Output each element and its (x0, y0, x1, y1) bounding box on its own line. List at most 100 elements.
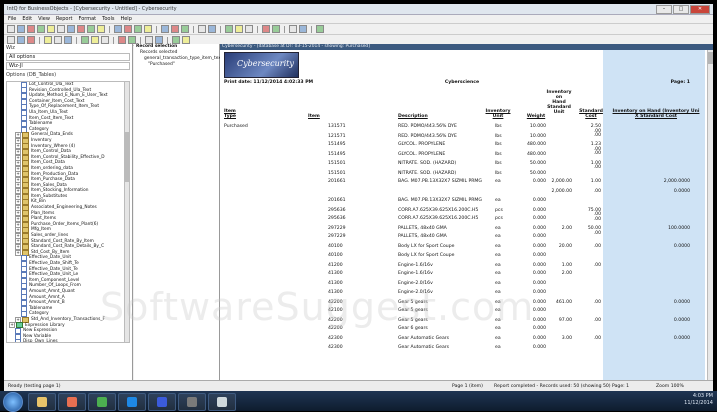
maximize-button[interactable]: □ (673, 4, 689, 14)
zoom-out-icon[interactable] (208, 25, 216, 33)
fill-color-icon[interactable] (91, 36, 99, 44)
delete-icon[interactable] (128, 36, 136, 44)
cell-unit: ea (495, 318, 501, 323)
italic-icon[interactable] (17, 36, 25, 44)
paste-icon[interactable] (77, 25, 85, 33)
cell-weight: 0.000 (532, 336, 546, 342)
run-icon[interactable] (262, 25, 270, 33)
start-button[interactable] (3, 392, 23, 412)
cell-weight: 0.000 (532, 207, 546, 213)
option-select[interactable]: All options (6, 53, 130, 61)
cell-unit: ea (495, 234, 501, 240)
menu-format[interactable]: Format (79, 16, 97, 22)
down-icon[interactable] (155, 36, 163, 44)
cell-description: RED. PDMO/443.56% DYE (398, 134, 457, 139)
taskbar-app-explorer[interactable] (28, 393, 56, 411)
tree-item[interactable]: Disp_Own_Lines (7, 339, 129, 342)
intq-icon (187, 397, 197, 407)
cell-unit: ea (495, 226, 501, 231)
report-scroll-thumb[interactable] (708, 52, 713, 64)
cell-weight: 0.000 (532, 299, 546, 305)
cell-std-cost: .00 (593, 299, 601, 305)
sort-icon[interactable] (114, 25, 122, 33)
menu-report[interactable]: Report (56, 16, 73, 22)
menu-tools[interactable]: Tools (102, 16, 114, 22)
save-icon[interactable] (27, 25, 35, 33)
cut-icon[interactable] (57, 25, 65, 33)
cell-std-cost: .00 (593, 318, 601, 323)
redo-icon[interactable] (97, 25, 105, 33)
align-center-icon[interactable] (54, 36, 62, 44)
status-page: Page 1 (item) (452, 384, 483, 389)
taskbar-app-outlook[interactable] (118, 393, 146, 411)
zoom-in-icon[interactable] (198, 25, 206, 33)
report-scrollbar[interactable] (707, 50, 713, 380)
system-tray[interactable]: 4:03 PM 11/12/2014 (684, 393, 713, 407)
undo-icon[interactable] (87, 25, 95, 33)
font-color-icon[interactable] (81, 36, 89, 44)
print-icon[interactable] (37, 25, 45, 33)
insert-icon[interactable] (118, 36, 126, 44)
text-icon[interactable] (181, 25, 189, 33)
new-icon[interactable] (7, 25, 15, 33)
menu-view[interactable]: View (38, 16, 50, 22)
logo-text: Cybersecurity (237, 59, 294, 68)
cell-item: 42300 (328, 336, 343, 342)
tree-scroll-thumb[interactable] (125, 132, 129, 182)
menu-help[interactable]: Help (120, 16, 131, 22)
cell-extended-cost: 0.0000 (673, 189, 690, 195)
chart-icon[interactable] (161, 25, 169, 33)
copy-icon[interactable] (67, 25, 75, 33)
taskbar-app-intq[interactable] (178, 393, 206, 411)
underline-icon[interactable] (27, 36, 35, 44)
taskbar-app-firefox[interactable] (58, 393, 86, 411)
cell-onhand-qty: 3.00 (561, 336, 572, 342)
export-icon[interactable] (225, 25, 233, 33)
align-right-icon[interactable] (64, 36, 72, 44)
bold-icon[interactable] (7, 36, 15, 44)
cell-unit: ea (495, 336, 501, 342)
group-icon[interactable] (134, 25, 142, 33)
cell-item: 151501 (328, 160, 346, 166)
up-icon[interactable] (145, 36, 153, 44)
taskbar-app-word[interactable] (148, 393, 176, 411)
border-icon[interactable] (101, 36, 109, 44)
help-icon[interactable] (245, 25, 253, 33)
table-icon[interactable] (171, 25, 179, 33)
menu-file[interactable]: File (8, 16, 16, 22)
field-search-input[interactable]: Wiz-Jl (6, 62, 130, 70)
tree-scrollbar[interactable] (124, 82, 129, 342)
title-bar: IntQ for BusinessObjects - [Cybersecurit… (4, 4, 713, 15)
taskbar-app-chrome[interactable] (88, 393, 116, 411)
cell-weight: 50.000 (529, 170, 546, 176)
field-icon (15, 339, 21, 342)
highlighted-column[interactable] (603, 50, 705, 380)
list-icon[interactable] (299, 25, 307, 33)
settings-icon[interactable] (316, 25, 324, 33)
email-icon[interactable] (235, 25, 243, 33)
cell-std-cost: .00 (593, 216, 601, 222)
cell-weight: 0.000 (532, 252, 546, 258)
cell-std-cost: .00 (593, 133, 601, 138)
open-icon[interactable] (17, 25, 25, 33)
preview-icon[interactable] (47, 25, 55, 33)
stop-icon[interactable] (272, 25, 280, 33)
find-icon[interactable] (182, 36, 190, 44)
cell-weight: 0.000 (532, 262, 546, 268)
align-left-icon[interactable] (44, 36, 52, 44)
cell-item: 201661 (328, 197, 346, 203)
close-button[interactable]: ✕ (690, 4, 710, 14)
taskbar-app-vm[interactable] (208, 393, 236, 411)
menu-edit[interactable]: Edit (22, 16, 32, 22)
minimize-button[interactable]: – (656, 4, 672, 14)
outlook-icon (127, 397, 137, 407)
record-selection-row[interactable]: "Purchased" (134, 62, 219, 68)
record-selection-row[interactable]: general_transaction_type_item_text (134, 56, 223, 62)
filter-icon[interactable] (124, 25, 132, 33)
cell-onhand-qty: 20.00 (558, 244, 572, 250)
grid-icon[interactable] (289, 25, 297, 33)
cell-item: 42200 (328, 318, 343, 323)
sum-icon[interactable] (144, 25, 152, 33)
lock-icon[interactable] (172, 36, 180, 44)
cell-weight: 0.000 (532, 326, 546, 332)
